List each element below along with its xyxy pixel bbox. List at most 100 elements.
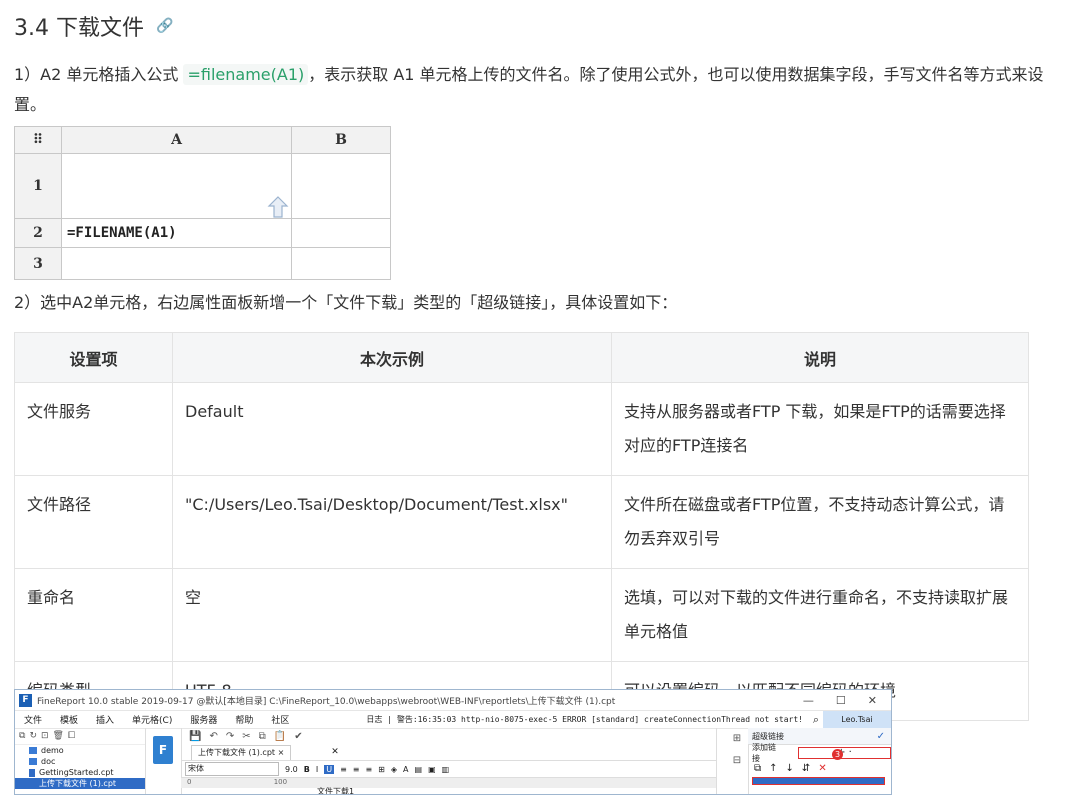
font-size-select[interactable]: 9.0 bbox=[285, 765, 298, 774]
column-header-a: A bbox=[62, 127, 291, 154]
lock-icon[interactable]: ⊡ bbox=[41, 731, 49, 741]
menu-template[interactable]: 模板 bbox=[51, 713, 87, 726]
section-heading: 3.4 下载文件 🔗 bbox=[14, 10, 173, 42]
move-up-icon[interactable]: ↑ bbox=[769, 763, 777, 774]
corner-cell: ⠿ bbox=[15, 127, 61, 154]
window-titlebar: F FineReport 10.0 stable 2019-09-17 @默认[… bbox=[15, 690, 891, 711]
cut-icon[interactable]: ✂ bbox=[242, 731, 250, 742]
search-icon[interactable]: ⌕ bbox=[809, 713, 823, 727]
menu-help[interactable]: 帮助 bbox=[226, 713, 262, 726]
grid-line bbox=[15, 218, 390, 219]
finereport-window-screenshot: F FineReport 10.0 stable 2019-09-17 @默认[… bbox=[14, 689, 892, 795]
fill-color-icon[interactable]: ◈ bbox=[391, 765, 397, 774]
minimize-icon[interactable]: — bbox=[803, 694, 814, 707]
cell-attr-icon[interactable]: ⊞ bbox=[726, 728, 748, 750]
format-toolbar: 宋体 9.0 B I U ≡ ≡ ≡ ⊞ ◈ A ▤ ▣ ▥ bbox=[181, 761, 716, 777]
template-tabs: 上传下载文件 (1).cpt × ✕ bbox=[181, 744, 716, 761]
col-header-example: 本次示例 bbox=[172, 332, 612, 383]
tree-item-gettingstarted[interactable]: GettingStarted.cpt bbox=[15, 767, 145, 778]
template-icon[interactable]: F bbox=[153, 736, 173, 764]
panel-title: 超级链接 bbox=[752, 731, 784, 741]
col-header-description: 说明 bbox=[611, 332, 1029, 383]
row-header-3: 3 bbox=[15, 248, 62, 279]
new-folder-icon[interactable]: ⧉ bbox=[19, 731, 25, 741]
heading-text: 3.4 下载文件 bbox=[14, 16, 144, 41]
copy-link-icon[interactable]: ⧉ bbox=[754, 763, 761, 774]
widget-attr-icon[interactable]: ⊟ bbox=[726, 750, 748, 772]
format-painter-icon[interactable]: ✔ bbox=[294, 731, 302, 742]
grid-line bbox=[15, 247, 390, 248]
widget-name: 文件下载1 bbox=[317, 787, 355, 795]
save-icon[interactable]: 💾 bbox=[189, 731, 201, 742]
font-color-icon[interactable]: A bbox=[403, 765, 408, 774]
paragraph-1: 1）A2 单元格插入公式 =filename(A1) ，表示获取 A1 单元格上传… bbox=[14, 60, 1044, 120]
app-body: ⧉ ↻ ⊡ 🗑 ⧠ demo doc GettingStarted.cpt 上传… bbox=[15, 728, 891, 794]
component-strip: F bbox=[145, 728, 182, 794]
chart-icon[interactable]: ▥ bbox=[442, 765, 450, 774]
finereport-logo-icon: F bbox=[19, 693, 32, 707]
paste-icon[interactable]: 📋 bbox=[274, 731, 286, 742]
settings-table: 设置项 本次示例 说明 文件服务 Default 支持从服务器或者FTP 下载，… bbox=[14, 332, 1029, 721]
inline-code: =filename(A1) bbox=[183, 64, 309, 85]
menu-file[interactable]: 文件 bbox=[15, 713, 51, 726]
delete-link-icon[interactable]: ✕ bbox=[818, 763, 826, 774]
step-badge: 3 bbox=[832, 749, 843, 760]
tab-close-icon[interactable]: ✕ bbox=[331, 747, 339, 757]
ruler: 0 100 bbox=[181, 777, 716, 788]
link-icon[interactable]: 🔗 bbox=[156, 18, 173, 34]
tree-item-demo[interactable]: demo bbox=[15, 745, 145, 756]
menu-insert[interactable]: 插入 bbox=[87, 713, 123, 726]
cell-setting: 文件服务 bbox=[14, 382, 173, 476]
menu-cell[interactable]: 单元格(C) bbox=[123, 713, 181, 726]
log-message: 日志 | 警告:16:35:03 http-nio-8075-exec-5 ER… bbox=[366, 715, 803, 724]
tree-item-label: doc bbox=[41, 757, 56, 766]
hyperlink-panel: 超级链接 ✓ 添加链接 + · 3 ⧉ ↑ ↓ ⇵ ✕ bbox=[748, 728, 891, 794]
file-icon bbox=[29, 779, 35, 788]
merge-cell-icon[interactable]: ▤ bbox=[415, 765, 423, 774]
cell-description: 文件所在磁盘或者FTP位置，不支持动态计算公式，请勿丢弃双引号 bbox=[611, 475, 1029, 569]
refresh-icon[interactable]: ↻ bbox=[29, 731, 37, 741]
checkmark-icon[interactable]: ✓ bbox=[877, 731, 885, 742]
tree-toolbar: ⧉ ↻ ⊡ 🗑 ⧠ bbox=[15, 728, 145, 745]
move-down-icon[interactable]: ↓ bbox=[786, 763, 794, 774]
image-icon[interactable]: ▣ bbox=[428, 765, 436, 774]
copy-icon[interactable]: ⧉ bbox=[259, 731, 266, 742]
cell-example: Default bbox=[172, 382, 612, 476]
selected-link-item[interactable] bbox=[752, 777, 885, 785]
redo-icon[interactable]: ↷ bbox=[226, 731, 234, 742]
menu-server[interactable]: 服务器 bbox=[181, 713, 226, 726]
align-right-icon[interactable]: ≡ bbox=[365, 765, 372, 774]
cell-description: 选填，可以对下载的文件进行重命名，不支持读取扩展单元格值 bbox=[611, 568, 1029, 662]
underline-button[interactable]: U bbox=[324, 764, 335, 774]
menu-community[interactable]: 社区 bbox=[262, 713, 298, 726]
template-editor: 💾 ↶ ↷ ✂ ⧉ 📋 ✔ 上传下载文件 (1).cpt × ✕ 宋体 9.0 … bbox=[181, 728, 716, 794]
upload-icon bbox=[267, 196, 289, 218]
col-header-setting: 设置项 bbox=[14, 332, 173, 383]
tree-item-upload-download[interactable]: 上传下载文件 (1).cpt bbox=[15, 778, 145, 789]
border-icon[interactable]: ⊞ bbox=[378, 765, 385, 774]
align-left-icon[interactable]: ≡ bbox=[340, 765, 347, 774]
maximize-icon[interactable]: ☐ bbox=[836, 694, 846, 707]
sort-icon[interactable]: ⇵ bbox=[802, 763, 810, 774]
close-icon[interactable]: ✕ bbox=[868, 694, 877, 707]
table-row: 文件路径 "C:/Users/Leo.Tsai/Desktop/Document… bbox=[14, 475, 1029, 569]
tree-item-label: GettingStarted.cpt bbox=[39, 768, 114, 777]
delete-icon[interactable]: 🗑 bbox=[53, 731, 64, 741]
align-center-icon[interactable]: ≡ bbox=[353, 765, 360, 774]
italic-button[interactable]: I bbox=[316, 765, 318, 774]
tab-upload-download[interactable]: 上传下载文件 (1).cpt × bbox=[191, 744, 292, 760]
font-select[interactable]: 宋体 bbox=[185, 762, 279, 776]
cell-example: 空 bbox=[172, 568, 612, 662]
undo-icon[interactable]: ↶ bbox=[209, 731, 217, 742]
column-header-b: B bbox=[292, 127, 390, 154]
add-link-button[interactable]: + · bbox=[798, 747, 891, 759]
copy-icon[interactable]: ⧠ bbox=[68, 731, 75, 741]
tree-item-doc[interactable]: doc bbox=[15, 756, 145, 767]
add-link-label: 添加链接 bbox=[752, 743, 776, 763]
grid-line bbox=[291, 127, 292, 279]
table-header-row: 设置项 本次示例 说明 bbox=[14, 332, 1029, 383]
grid-line bbox=[61, 127, 62, 279]
bold-button[interactable]: B bbox=[304, 765, 310, 774]
user-name[interactable]: Leo.Tsai bbox=[823, 711, 891, 728]
menu-bar: 文件 模板 插入 单元格(C) 服务器 帮助 社区 日志 | 警告:16:35:… bbox=[15, 711, 891, 729]
